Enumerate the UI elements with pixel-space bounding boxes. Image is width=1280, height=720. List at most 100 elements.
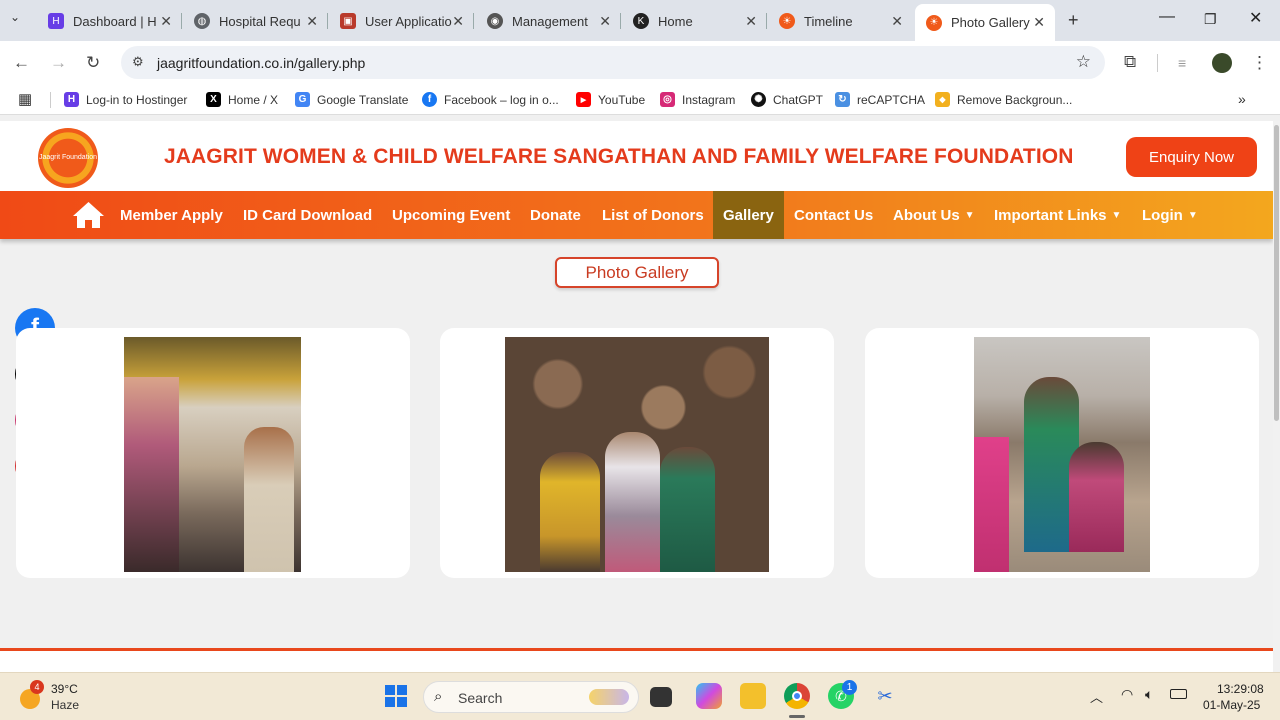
extensions-icon[interactable]: ⧉ [1124, 52, 1136, 72]
tab-divider [620, 13, 621, 29]
tab-divider [766, 13, 767, 29]
address-bar[interactable]: ⚙ jaagritfoundation.co.in/gallery.php ☆ [121, 46, 1105, 79]
site-header: Jaagrit Foundation JAAGRIT WOMEN & CHILD… [0, 121, 1273, 191]
app-icon: ▣ [340, 13, 356, 29]
volume-icon[interactable]: 🔈︎ [1145, 686, 1153, 703]
home-icon[interactable] [72, 191, 105, 239]
bookmark-google-translate[interactable]: G Google Translate [295, 92, 408, 107]
page-scrollbar[interactable] [1273, 121, 1280, 672]
bookmark-label: Log-in to Hostinger [86, 92, 188, 107]
nav-upcoming-event[interactable]: Upcoming Event [392, 191, 510, 239]
show-hidden-icons[interactable]: ︿ [1090, 687, 1103, 706]
bookmark-facebook[interactable]: f Facebook – log in o... [422, 92, 559, 107]
forward-icon[interactable]: → [50, 53, 67, 73]
minimize-icon[interactable]: — [1159, 8, 1175, 26]
bookmark-youtube[interactable]: ▶ YouTube [576, 92, 645, 107]
tab-dashboard[interactable]: H Dashboard | H ✕ [48, 6, 172, 36]
instagram-icon: ◎ [660, 92, 675, 107]
logo-text: Jaagrit Foundation [39, 154, 97, 161]
tab-title: Dashboard | H [73, 13, 157, 29]
bookmark-recaptcha[interactable]: ↻ reCAPTCHA [835, 92, 925, 107]
nav-list-of-donors[interactable]: List of Donors [602, 191, 704, 239]
jaagrit-icon: ☀ [926, 14, 942, 31]
bookmark-instagram[interactable]: ◎ Instagram [660, 92, 735, 107]
site-logo[interactable]: Jaagrit Foundation [38, 128, 98, 188]
bookmark-label: Facebook – log in o... [444, 92, 559, 107]
back-icon[interactable]: ← [13, 53, 30, 73]
caret-down-icon: ▼ [1187, 209, 1198, 221]
tab-title: Photo Gallery [951, 15, 1030, 30]
window-close-icon[interactable]: ✕ [1249, 8, 1262, 28]
tab-photo-gallery[interactable]: ☀ Photo Gallery ✕ [915, 4, 1055, 41]
nav-about-us[interactable]: About Us ▼ [893, 191, 975, 239]
nav-donate[interactable]: Donate [530, 191, 581, 239]
nav-contact-us[interactable]: Contact Us [794, 191, 873, 239]
gallery-photo[interactable] [505, 337, 769, 572]
bookmark-hostinger[interactable]: H Log-in to Hostinger [64, 92, 187, 107]
bookmark-label: reCAPTCHA [857, 92, 926, 107]
close-icon[interactable]: ✕ [891, 13, 903, 30]
nav-id-card-download[interactable]: ID Card Download [243, 191, 372, 239]
footer-area [0, 651, 1273, 672]
nav-login[interactable]: Login ▼ [1142, 191, 1198, 239]
apps-grid-icon[interactable]: ▦ [18, 90, 32, 108]
bookmark-chatgpt[interactable]: ✺ ChatGPT [751, 92, 823, 107]
hostinger-icon: H [48, 13, 64, 29]
bookmark-x[interactable]: X Home / X [206, 92, 278, 107]
windows-logo [385, 685, 407, 707]
wifi-icon[interactable]: ◠ [1121, 686, 1133, 703]
nav-member-apply[interactable]: Member Apply [120, 191, 223, 239]
gallery-card[interactable] [440, 328, 834, 578]
nav-label: About Us [893, 206, 960, 224]
tab-search-button[interactable]: ⌄ [10, 10, 30, 30]
tab-divider [181, 13, 182, 29]
tab-timeline[interactable]: ☀ Timeline ✕ [779, 6, 903, 36]
close-icon[interactable]: ✕ [745, 13, 757, 30]
nav-label: Login [1142, 206, 1183, 224]
gallery-card[interactable] [865, 328, 1259, 578]
browser-menu-icon[interactable]: ⋮ [1251, 53, 1268, 73]
media-control-icon[interactable]: ≡ [1178, 55, 1186, 71]
nav-important-links[interactable]: Important Links ▼ [994, 191, 1121, 239]
web-page: Jaagrit Foundation JAAGRIT WOMEN & CHILD… [0, 121, 1273, 672]
clock-time[interactable]: 13:29:08 [1217, 682, 1264, 696]
tab-hospital-request[interactable]: ◍ Hospital Requ ✕ [194, 6, 318, 36]
avatar[interactable] [1212, 53, 1232, 73]
task-view-icon[interactable] [650, 687, 672, 707]
tab-home[interactable]: K Home ✕ [633, 6, 757, 36]
taskbar-search[interactable]: ⌕ Search [423, 681, 639, 713]
site-info-icon[interactable]: ⚙ [132, 54, 144, 70]
browser-tab-strip: ⌄ H Dashboard | H ✕ ◍ Hospital Requ ✕ ▣ … [0, 0, 1280, 41]
windows-start-icon[interactable] [383, 683, 409, 709]
bookmark-remove-background[interactable]: ◆ Remove Backgroun... [935, 92, 1072, 107]
globe-icon: ◍ [194, 13, 210, 29]
close-icon[interactable]: ✕ [452, 13, 464, 30]
tab-title: Timeline [804, 13, 853, 29]
bookmark-label: Instagram [682, 92, 736, 107]
file-explorer-icon[interactable] [740, 683, 766, 709]
tab-user-application[interactable]: ▣ User Applicatio ✕ [340, 6, 464, 36]
chrome-icon[interactable] [784, 683, 810, 709]
close-icon[interactable]: ✕ [160, 13, 172, 30]
bookmarks-overflow-icon[interactable]: » [1238, 91, 1246, 107]
close-icon[interactable]: ✕ [1033, 14, 1045, 31]
bookmark-label: Google Translate [317, 92, 409, 107]
gallery-photo[interactable] [124, 337, 301, 572]
clock-date[interactable]: 01-May-25 [1203, 698, 1260, 712]
close-icon[interactable]: ✕ [306, 13, 318, 30]
copilot-icon[interactable] [696, 683, 722, 709]
restore-icon[interactable]: ❐ [1204, 11, 1217, 28]
snipping-tool-icon[interactable]: ✂ [872, 683, 898, 709]
new-tab-button[interactable]: + [1068, 10, 1079, 31]
gallery-card[interactable] [16, 328, 410, 578]
scrollbar-thumb[interactable] [1274, 125, 1279, 421]
remove-bg-icon: ◆ [935, 92, 950, 107]
enquiry-now-button[interactable]: Enquiry Now [1126, 137, 1257, 177]
bookmark-star-icon[interactable]: ☆ [1076, 52, 1091, 72]
gallery-photo[interactable] [974, 337, 1150, 572]
tab-management[interactable]: ◉ Management ✕ [487, 6, 611, 36]
battery-icon[interactable] [1170, 689, 1187, 699]
close-icon[interactable]: ✕ [599, 13, 611, 30]
nav-gallery[interactable]: Gallery [713, 191, 784, 239]
reload-icon[interactable]: ↻ [86, 53, 100, 73]
